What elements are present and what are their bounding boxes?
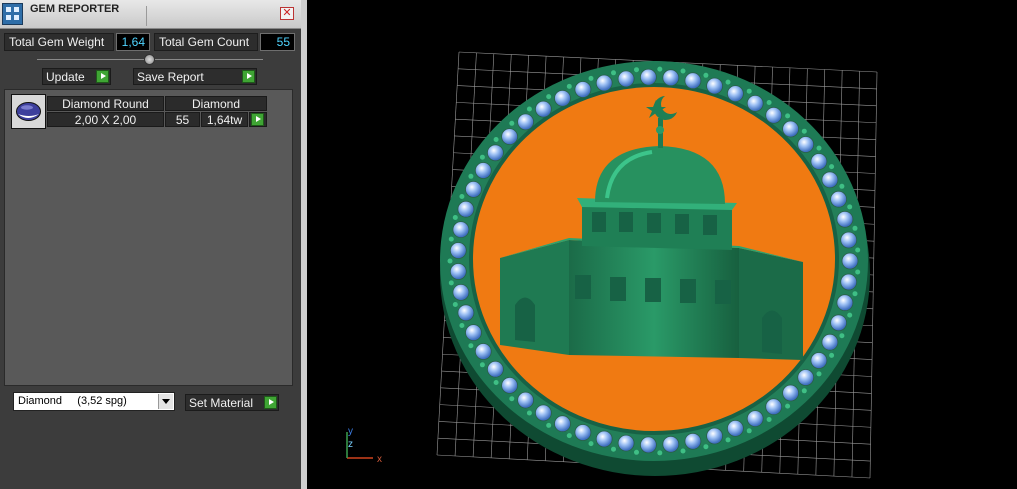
- total-gem-weight-value: 1,64: [116, 33, 150, 51]
- close-icon[interactable]: ✕: [280, 7, 294, 20]
- update-button-label: Update: [46, 70, 85, 84]
- axis-triad: y z x: [346, 426, 382, 465]
- panel-titlebar[interactable]: GEM REPORTER ✕: [0, 0, 301, 29]
- play-arrow-icon: [264, 396, 277, 409]
- set-material-button-label: Set Material: [189, 396, 254, 410]
- titlebar-divider: [146, 6, 147, 26]
- material-select[interactable]: Diamond (3,52 spg): [13, 392, 175, 411]
- gem-size-cell: 2,00 X 2,00: [47, 112, 164, 127]
- gem-material-cell: Diamond: [165, 96, 267, 111]
- gem-row-action-button[interactable]: [249, 112, 267, 127]
- play-arrow-icon: [242, 70, 255, 83]
- set-material-button[interactable]: Set Material: [185, 394, 279, 411]
- gem-shape-cell: Diamond Round: [47, 96, 164, 111]
- total-gem-count-value: 55: [260, 33, 295, 51]
- play-arrow-icon: [96, 70, 109, 83]
- diamond-round-gem-icon: [11, 94, 46, 129]
- chevron-down-icon[interactable]: [158, 394, 173, 409]
- axis-x-label: x: [377, 454, 382, 465]
- gem-list: Diamond Round Diamond 2,00 X 2,00 55 1,6…: [4, 89, 293, 386]
- gem-reporter-panel: GEM REPORTER ✕ Total Gem Weight 1,64 Tot…: [0, 0, 301, 489]
- gem-count-cell: 55: [165, 112, 200, 127]
- save-report-button[interactable]: Save Report: [133, 68, 257, 85]
- panel-title: GEM REPORTER: [30, 3, 120, 15]
- total-gem-weight-label: Total Gem Weight: [4, 33, 114, 51]
- gem-weight-cell: 1,64tw: [201, 112, 248, 127]
- 3d-viewport[interactable]: y z x: [307, 0, 1017, 489]
- panel-slider-handle[interactable]: [144, 54, 155, 65]
- axis-z-label: z: [348, 439, 353, 450]
- save-report-button-label: Save Report: [137, 70, 204, 84]
- play-arrow-icon: [251, 113, 264, 126]
- update-button[interactable]: Update: [42, 68, 111, 85]
- gem-reporter-app-icon: [2, 3, 23, 25]
- axis-y-label: y: [348, 426, 353, 437]
- material-select-value: Diamond (3,52 spg): [18, 395, 127, 407]
- viewport-canvas[interactable]: y z x: [307, 0, 1017, 489]
- total-gem-count-label: Total Gem Count: [154, 33, 258, 51]
